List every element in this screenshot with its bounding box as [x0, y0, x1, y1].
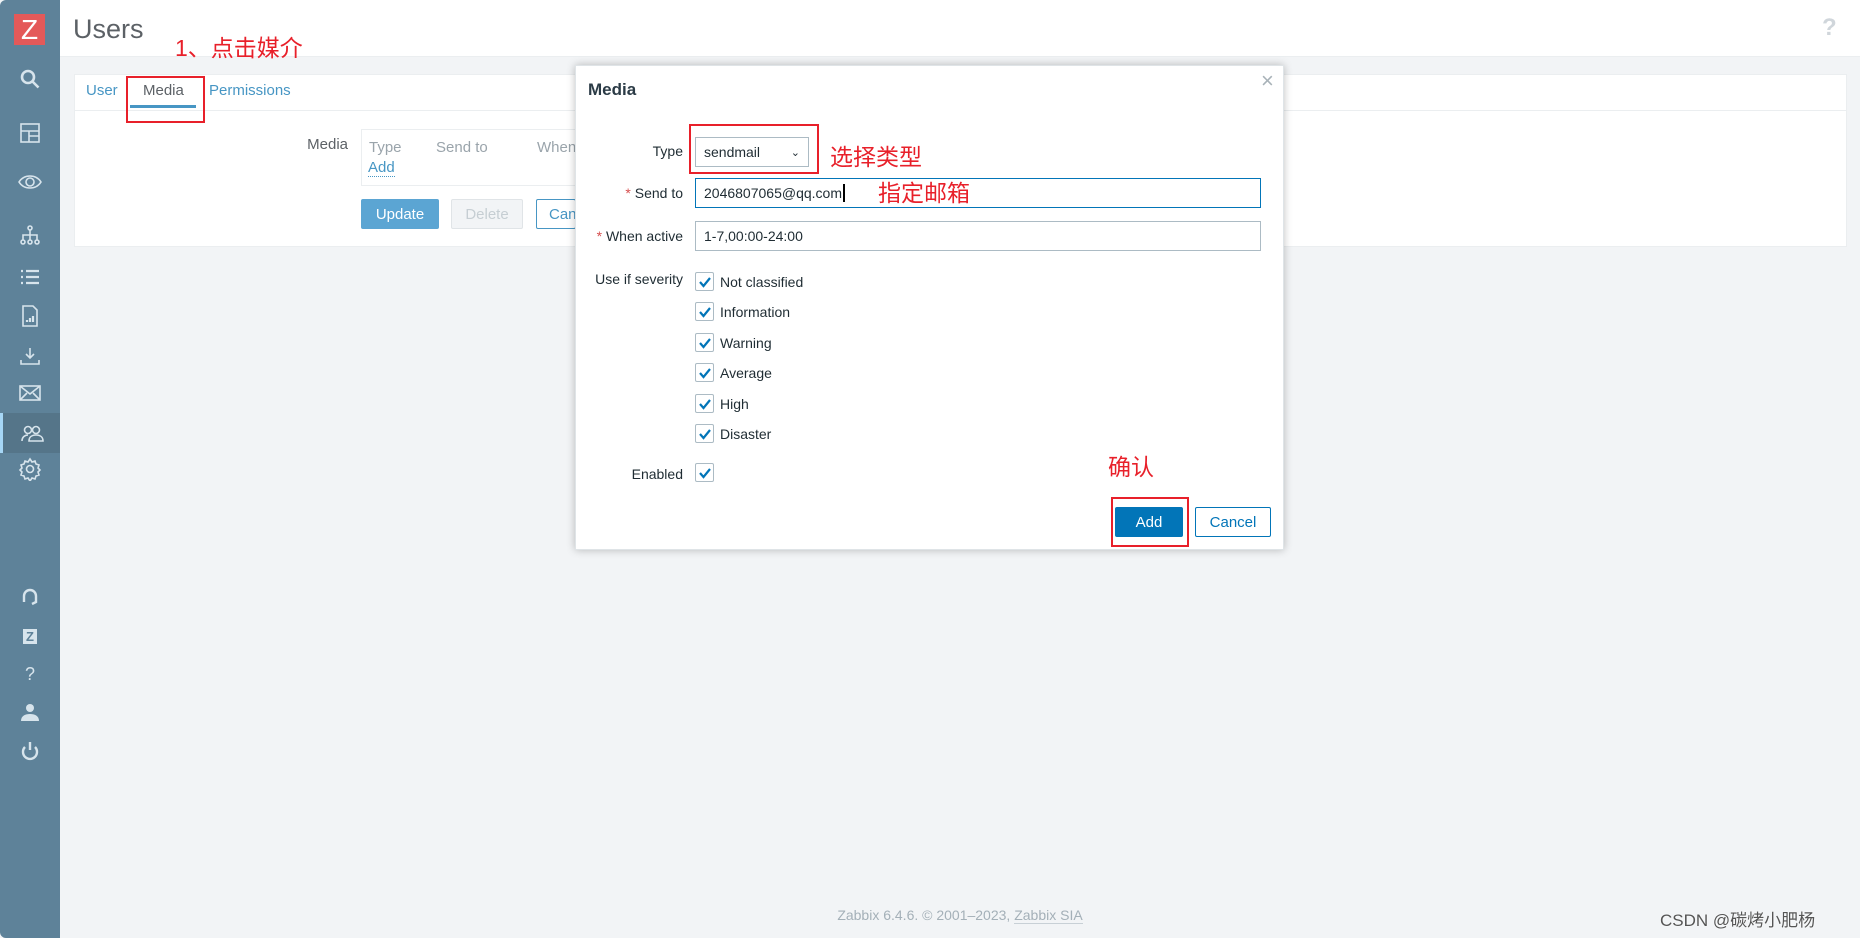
checkmark-icon	[698, 428, 711, 440]
list-icon[interactable]	[0, 257, 60, 297]
zabbix-sia-link[interactable]: Zabbix SIA	[1014, 907, 1083, 924]
media-table	[361, 129, 581, 186]
inventory-sitemap-icon[interactable]	[0, 215, 60, 255]
media-label: Media	[307, 136, 348, 153]
dialog-title: Media	[588, 80, 637, 99]
severity-label: Use if severity	[595, 271, 683, 287]
integrations-z-icon[interactable]: Z	[0, 616, 60, 656]
enabled-checkbox[interactable]	[695, 463, 714, 482]
checkmark-icon	[698, 398, 711, 410]
search-icon[interactable]	[0, 59, 60, 99]
annotation-box-type	[689, 124, 819, 174]
type-label: Type	[652, 143, 683, 159]
send-to-input[interactable]: 2046807065@qq.com	[695, 178, 1261, 208]
severity-checkbox[interactable]	[695, 394, 714, 413]
help-icon[interactable]: ?	[0, 654, 60, 694]
user-profile-icon[interactable]	[0, 692, 60, 732]
header	[60, 0, 1860, 57]
when-active-label: * When active	[596, 228, 683, 244]
severity-label-5: Disaster	[720, 426, 772, 442]
footer: Zabbix 6.4.6. © 2001–2023, Zabbix SIA	[837, 907, 1083, 924]
mail-icon[interactable]	[0, 373, 60, 413]
severity-checkbox[interactable]	[695, 363, 714, 382]
when-active-input[interactable]: 1-7,00:00-24:00	[695, 221, 1261, 251]
annotation-box-media-tab	[126, 76, 205, 123]
update-button[interactable]: Update	[361, 199, 439, 229]
checkmark-icon	[698, 337, 711, 349]
add-media-link[interactable]: Add	[368, 159, 395, 177]
help-icon[interactable]: ?	[1822, 14, 1837, 42]
cancel-button[interactable]: Can	[536, 199, 576, 229]
send-to-label: * Send to	[625, 185, 683, 201]
delete-button[interactable]: Delete	[451, 199, 523, 229]
severity-checkbox[interactable]	[695, 333, 714, 352]
dashboard-icon[interactable]	[0, 113, 60, 153]
severity-label-3: Average	[720, 365, 772, 381]
severity-label-0: Not classified	[720, 274, 804, 290]
support-headset-icon[interactable]	[0, 577, 60, 617]
checkmark-icon	[698, 306, 711, 318]
power-icon[interactable]	[0, 731, 60, 771]
severity-checkbox[interactable]	[695, 424, 714, 443]
tab-user[interactable]: User	[86, 82, 118, 99]
annotation-set-mail: 指定邮箱	[878, 180, 970, 206]
gear-icon[interactable]	[0, 449, 60, 489]
checkmark-icon	[698, 367, 711, 379]
severity-checkbox[interactable]	[695, 272, 714, 291]
sidebar: Z Z ?	[0, 0, 60, 938]
zabbix-logo[interactable]: Z	[14, 14, 45, 45]
download-icon[interactable]	[0, 336, 60, 376]
tab-permissions[interactable]: Permissions	[209, 82, 291, 99]
column-type: Type	[369, 139, 402, 156]
column-when: When	[537, 139, 577, 156]
annotation-box-add	[1111, 497, 1189, 547]
close-icon[interactable]: ×	[1261, 68, 1274, 94]
column-send-to: Send to	[436, 139, 488, 156]
enabled-label: Enabled	[631, 466, 683, 482]
severity-label-1: Information	[720, 304, 791, 320]
severity-label-2: Warning	[720, 335, 772, 351]
severity-checkbox[interactable]	[695, 302, 714, 321]
reports-icon[interactable]	[0, 296, 60, 336]
watermark: CSDN @碳烤小肥杨	[1660, 911, 1816, 930]
users-icon[interactable]	[0, 413, 60, 453]
page-title: Users	[73, 14, 144, 44]
monitoring-eye-icon[interactable]	[0, 162, 60, 202]
severity-label-4: High	[720, 396, 749, 412]
dialog-cancel-button[interactable]: Cancel	[1195, 507, 1271, 537]
annotation-click-media: 1、点击媒介	[175, 35, 303, 61]
annotation-confirm: 确认	[1108, 454, 1154, 480]
annotation-select-type: 选择类型	[830, 144, 922, 170]
checkmark-icon	[698, 276, 711, 288]
